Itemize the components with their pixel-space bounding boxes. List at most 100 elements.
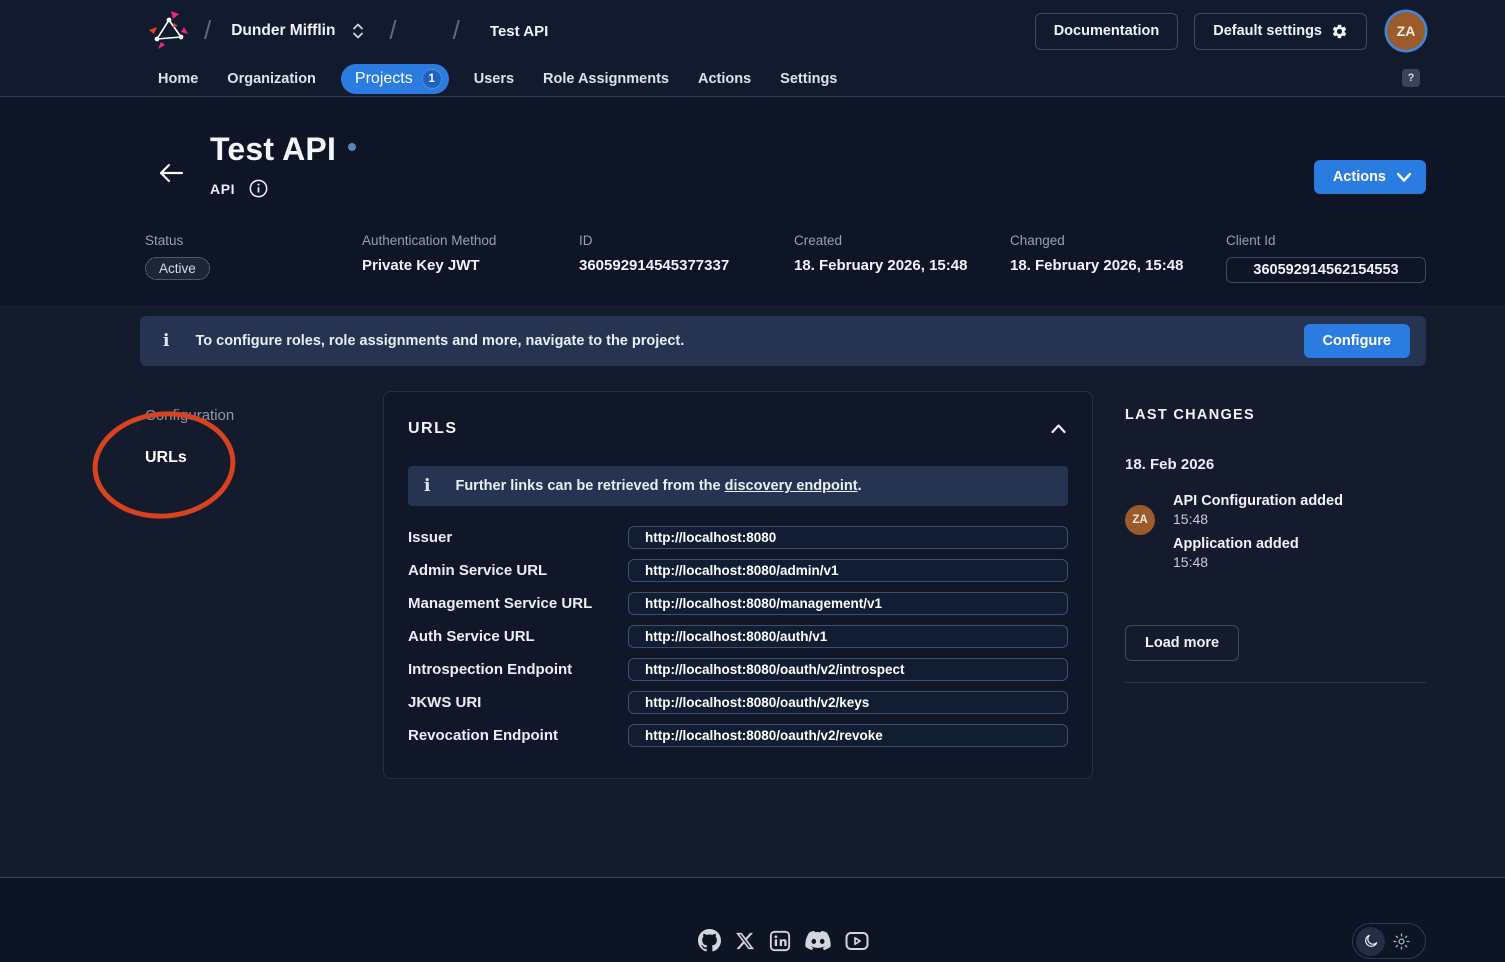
event-label: Application added bbox=[1173, 536, 1343, 552]
page-title: Test API bbox=[210, 131, 336, 168]
chevron-up-icon[interactable] bbox=[1049, 422, 1068, 436]
field-row-revocation-endpoint: Revocation Endpoint bbox=[408, 719, 1068, 752]
info-circle-icon[interactable] bbox=[249, 179, 268, 198]
x-icon[interactable] bbox=[735, 931, 755, 951]
avatar: ZA bbox=[1125, 505, 1155, 535]
list-item: Application added 15:48 bbox=[1173, 536, 1343, 570]
banner-text: To configure roles, role assignments and… bbox=[195, 333, 1303, 349]
urls-card: URLS i Further links can be retrieved fr… bbox=[383, 391, 1093, 779]
zitadel-logo-icon[interactable] bbox=[148, 10, 190, 52]
discord-icon[interactable] bbox=[805, 931, 831, 951]
admin-service-url-input[interactable] bbox=[628, 559, 1068, 582]
actions-dropdown-button[interactable]: Actions bbox=[1314, 160, 1426, 194]
client-id-value[interactable]: 360592914562154553 bbox=[1226, 257, 1426, 283]
avatar-initials: ZA bbox=[1397, 23, 1416, 39]
breadcrumb-separator: / bbox=[453, 15, 460, 46]
management-service-url-input[interactable] bbox=[628, 592, 1068, 615]
nav-item-projects-label: Projects bbox=[355, 70, 413, 88]
meta-value: 18. February 2026, 15:48 bbox=[794, 257, 1010, 274]
default-settings-button-label: Default settings bbox=[1213, 23, 1322, 39]
nav-item-role-assignments[interactable]: Role Assignments bbox=[543, 71, 669, 87]
title-block: Test API API bbox=[210, 131, 356, 198]
nav-item-actions[interactable]: Actions bbox=[698, 71, 751, 87]
nav-item-users[interactable]: Users bbox=[474, 71, 514, 87]
meta-status: Status Active bbox=[145, 233, 362, 283]
light-mode-sun-icon[interactable] bbox=[1385, 933, 1417, 950]
discovery-endpoint-link[interactable]: discovery endpoint bbox=[725, 478, 858, 494]
field-label: Management Service URL bbox=[408, 595, 628, 612]
social-links bbox=[698, 929, 869, 952]
org-switcher-icon[interactable] bbox=[349, 20, 367, 42]
breadcrumb-separator: / bbox=[204, 15, 211, 46]
configure-info-banner: i To configure roles, role assignments a… bbox=[140, 316, 1426, 366]
help-button[interactable]: ? bbox=[1402, 69, 1420, 87]
list-item: API Configuration added 15:48 bbox=[1173, 493, 1343, 527]
field-label: Revocation Endpoint bbox=[408, 727, 628, 744]
field-label: Auth Service URL bbox=[408, 628, 628, 645]
avatar-initials: ZA bbox=[1132, 514, 1147, 526]
jkws-uri-input[interactable] bbox=[628, 691, 1068, 714]
app-type-dot-icon bbox=[348, 143, 356, 151]
nav-item-home[interactable]: Home bbox=[158, 71, 198, 87]
meta-client-id: Client Id 360592914562154553 bbox=[1226, 233, 1426, 283]
meta-label: Status bbox=[145, 233, 362, 248]
youtube-icon[interactable] bbox=[845, 931, 869, 951]
chevron-down-icon bbox=[1397, 173, 1411, 182]
last-changes-date: 18. Feb 2026 bbox=[1125, 456, 1426, 473]
auth-service-url-input[interactable] bbox=[628, 625, 1068, 648]
meta-value: 360592914545377337 bbox=[579, 257, 794, 274]
field-label: Admin Service URL bbox=[408, 562, 628, 579]
configure-button[interactable]: Configure bbox=[1304, 324, 1410, 358]
meta-label: Changed bbox=[1010, 233, 1226, 248]
gear-icon bbox=[1331, 23, 1348, 40]
app-detail-header: Test API API Actions Status Active bbox=[0, 98, 1505, 305]
event-time: 15:48 bbox=[1173, 511, 1343, 527]
issuer-input[interactable] bbox=[628, 526, 1068, 549]
info-icon: i bbox=[163, 333, 169, 350]
theme-toggle[interactable] bbox=[1352, 923, 1426, 959]
url-fields: Issuer Admin Service URL Management Serv… bbox=[408, 521, 1068, 752]
status-badge: Active bbox=[145, 257, 210, 280]
documentation-button-label: Documentation bbox=[1054, 23, 1160, 39]
back-button[interactable] bbox=[158, 162, 184, 184]
load-more-button[interactable]: Load more bbox=[1125, 625, 1239, 661]
nav-item-projects[interactable]: Projects 1 bbox=[341, 64, 449, 94]
revocation-endpoint-input[interactable] bbox=[628, 724, 1068, 747]
field-label: Issuer bbox=[408, 529, 628, 546]
introspection-endpoint-input[interactable] bbox=[628, 658, 1068, 681]
main-nav: Home Organization Projects 1 Users Role … bbox=[0, 62, 1505, 95]
field-row-issuer: Issuer bbox=[408, 521, 1068, 554]
banner-text: Further links can be retrieved from the bbox=[455, 478, 724, 494]
meta-label: ID bbox=[579, 233, 794, 248]
meta-label: Client Id bbox=[1226, 233, 1426, 248]
page-footer bbox=[0, 877, 1505, 962]
meta-value: Private Key JWT bbox=[362, 257, 579, 274]
github-icon[interactable] bbox=[698, 929, 721, 952]
breadcrumb-org-name[interactable]: Dunder Mifflin bbox=[231, 22, 335, 40]
brand-row: / Dunder Mifflin / / Test API Documentat… bbox=[0, 0, 1505, 62]
meta-created: Created 18. February 2026, 15:48 bbox=[794, 233, 1010, 283]
meta-auth-method: Authentication Method Private Key JWT bbox=[362, 233, 579, 283]
discovery-info-banner: i Further links can be retrieved from th… bbox=[408, 466, 1068, 506]
event-time: 15:48 bbox=[1173, 554, 1343, 570]
field-row-admin-service-url: Admin Service URL bbox=[408, 554, 1068, 587]
last-changes-title: LAST CHANGES bbox=[1125, 407, 1426, 423]
meta-label: Authentication Method bbox=[362, 233, 579, 248]
meta-id: ID 360592914545377337 bbox=[579, 233, 794, 283]
field-row-introspection-endpoint: Introspection Endpoint bbox=[408, 653, 1068, 686]
documentation-button[interactable]: Documentation bbox=[1035, 13, 1179, 50]
breadcrumb-project-name[interactable]: Test API bbox=[490, 23, 548, 40]
projects-count-badge: 1 bbox=[422, 69, 442, 89]
divider bbox=[1125, 682, 1426, 683]
nav-item-organization[interactable]: Organization bbox=[227, 71, 316, 87]
app-meta-row: Status Active Authentication Method Priv… bbox=[145, 233, 1426, 283]
default-settings-button[interactable]: Default settings bbox=[1194, 13, 1367, 50]
linkedin-icon[interactable] bbox=[769, 930, 791, 952]
actions-dropdown-label: Actions bbox=[1333, 169, 1386, 185]
user-avatar[interactable]: ZA bbox=[1387, 12, 1425, 50]
dark-mode-moon-icon[interactable] bbox=[1356, 927, 1385, 956]
field-row-management-service-url: Management Service URL bbox=[408, 587, 1068, 620]
nav-item-settings[interactable]: Settings bbox=[780, 71, 837, 87]
meta-changed: Changed 18. February 2026, 15:48 bbox=[1010, 233, 1226, 283]
sidebar-item-urls[interactable]: URLs bbox=[145, 449, 234, 467]
